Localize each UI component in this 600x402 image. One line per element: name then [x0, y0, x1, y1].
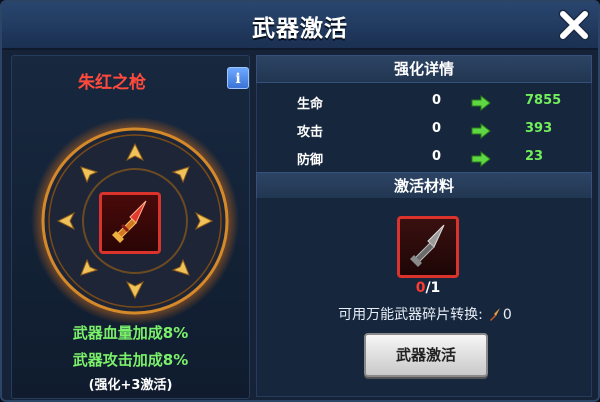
spear-shard-icon	[410, 224, 445, 267]
convert-line: 可用万能武器碎片转换: 0	[257, 304, 593, 324]
stat-before: 0	[432, 121, 442, 136]
bonus-note: (强化+3激活)	[88, 378, 173, 393]
stat-before: 0	[432, 149, 442, 164]
dialog-title: 武器激活	[252, 16, 348, 42]
title-bar: 武器激活	[2, 2, 598, 50]
stat-before: 0	[432, 93, 442, 108]
arrow-right-icon	[471, 123, 491, 139]
arrow-right-icon	[471, 151, 491, 167]
stat-row-attack: 攻击 0 393	[257, 121, 593, 145]
weapon-panel: 朱红之枪 i 武器血量加成8% 武器攻击加成8% (强化+3激活)	[11, 55, 250, 399]
convert-text: 可用万能武器碎片转换:	[338, 307, 483, 323]
material-icon-slot[interactable]	[397, 216, 459, 278]
stat-label: 攻击	[297, 125, 324, 140]
stat-after: 7855	[525, 93, 562, 108]
stat-label: 生命	[297, 97, 324, 112]
bonus-attack-text: 武器攻击加成8%	[72, 351, 189, 369]
details-header: 强化详情	[256, 55, 592, 83]
stat-after: 393	[525, 121, 553, 136]
materials-header: 激活材料	[256, 172, 592, 200]
stat-row-hp: 生命 0 7855	[257, 93, 593, 117]
weapon-activation-dialog: 武器激活 朱红之枪 i 武器血量加成8% 武器攻击加成8% (强化+3激活) 强…	[0, 0, 600, 402]
bonus-hp-text: 武器血量加成8%	[72, 324, 189, 342]
weapon-icon-slot[interactable]	[99, 192, 161, 254]
arrow-right-icon	[471, 95, 491, 111]
spear-weapon-icon	[112, 200, 147, 243]
info-button[interactable]: i	[227, 67, 249, 89]
materials-panel: 0/1 可用万能武器碎片转换: 0 武器激活	[256, 198, 592, 397]
convert-count: 0	[502, 307, 512, 323]
stat-row-defense: 防御 0 23	[257, 149, 593, 173]
stat-label: 防御	[297, 153, 324, 168]
activate-weapon-button[interactable]: 武器激活	[364, 333, 488, 377]
universal-shard-icon	[489, 308, 500, 321]
material-count: 0/1	[397, 280, 459, 296]
material-have: 0	[415, 280, 426, 296]
details-panel: 强化详情 生命 0 7855 攻击 0 393 防御 0 23 激活材料 0/1…	[256, 55, 592, 397]
stat-after: 23	[525, 149, 544, 164]
material-need: /1	[425, 280, 441, 296]
weapon-name: 朱红之枪	[78, 73, 146, 93]
close-icon[interactable]	[556, 7, 592, 43]
